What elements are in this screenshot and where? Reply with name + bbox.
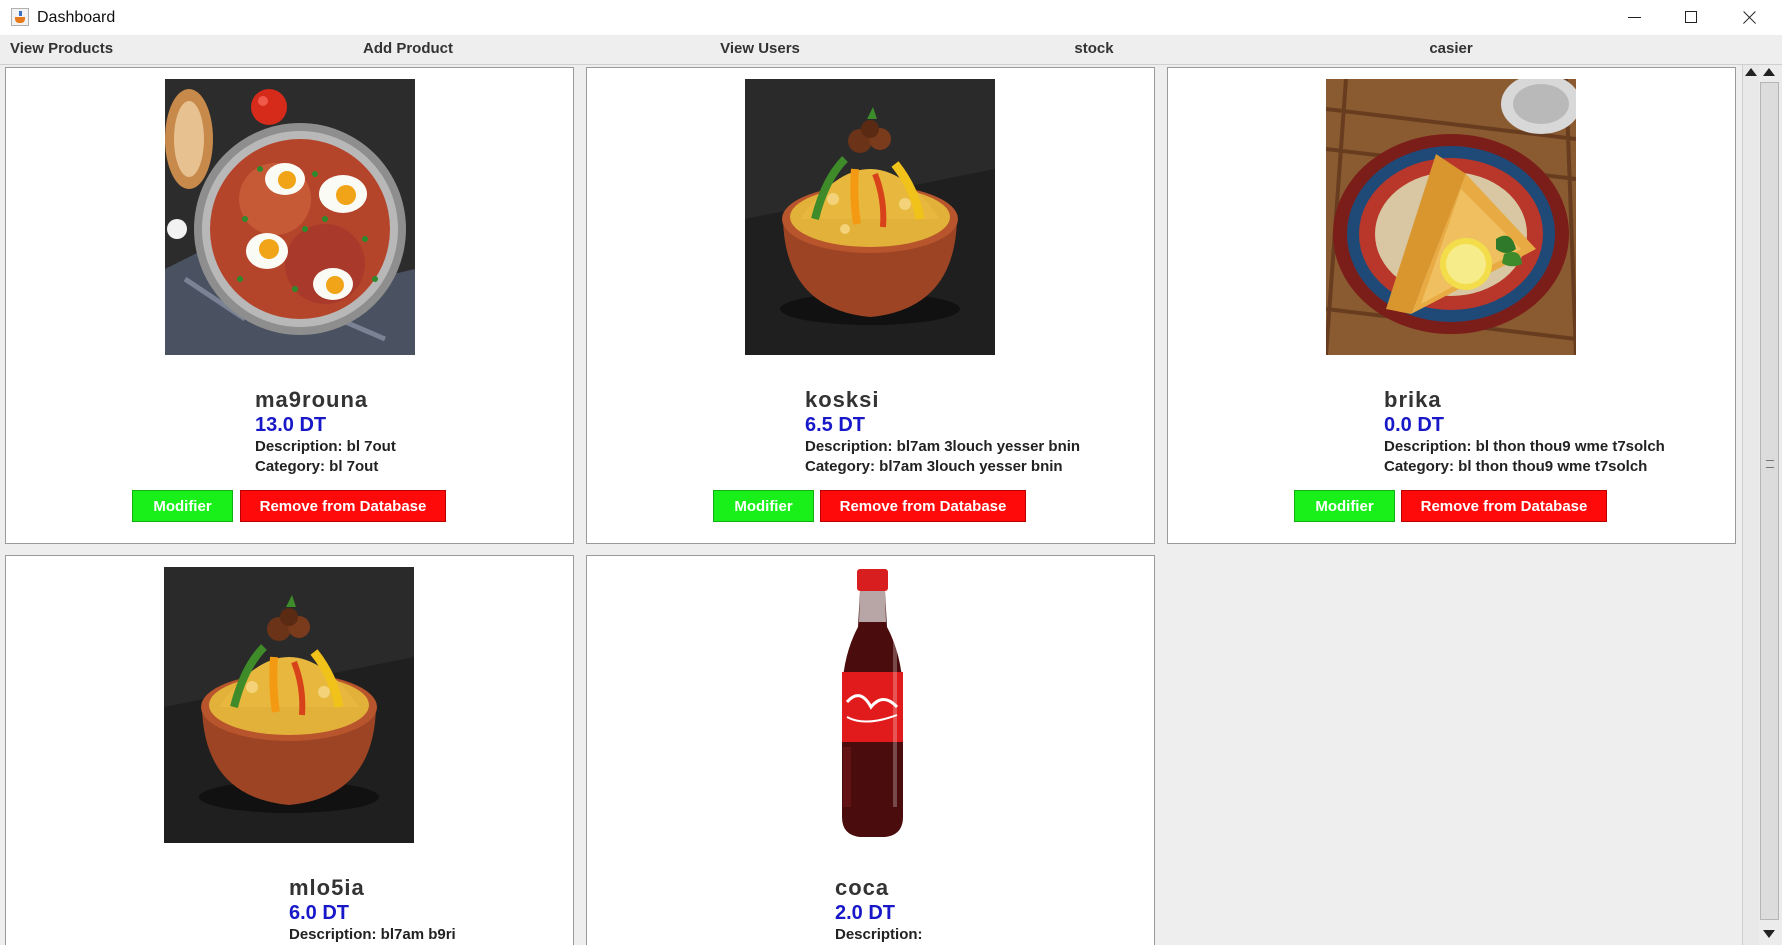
minimize-button[interactable] [1605, 0, 1663, 35]
remove-from-database-button[interactable]: Remove from Database [820, 490, 1026, 522]
product-description: Description: bl 7out [255, 438, 396, 455]
product-description: Description: bl7am 3louch yesser bnin [805, 438, 1081, 455]
scrollbar-grip-icon [1766, 460, 1774, 468]
scroll-up-arrow-icon[interactable] [1745, 68, 1757, 76]
product-image-coca-cola-bottle [835, 567, 910, 843]
product-category: Category: bl 7out [255, 458, 379, 475]
product-price: 13.0 DT [255, 414, 327, 436]
product-card: coca 2.0 DT Description: [586, 555, 1155, 945]
window-title: Dashboard [37, 9, 116, 26]
inner-scrollbar[interactable] [1742, 65, 1759, 945]
remove-from-database-button[interactable]: Remove from Database [1401, 490, 1607, 522]
scrollbar-thumb[interactable] [1760, 82, 1779, 920]
product-info: brika 0.0 DT Description: bl thon thou9 … [1384, 386, 1665, 477]
menu-stock[interactable]: stock [916, 35, 1272, 65]
product-price: 0.0 DT [1384, 414, 1445, 436]
close-button[interactable] [1720, 0, 1778, 35]
product-info: mlo5ia 6.0 DT Description: bl7am b9ri [289, 874, 456, 945]
maximize-button[interactable] [1662, 0, 1720, 35]
title-bar: Dashboard [0, 0, 1782, 35]
product-card: mlo5ia 6.0 DT Description: bl7am b9ri [5, 555, 574, 945]
product-category: Category: bl7am 3louch yesser bnin [805, 458, 1063, 475]
java-app-icon [11, 8, 29, 26]
modify-button[interactable]: Modifier [713, 490, 814, 522]
product-name: brika [1384, 387, 1442, 412]
product-image-brik [1326, 79, 1576, 355]
remove-from-database-button[interactable]: Remove from Database [240, 490, 446, 522]
menu-add-product[interactable]: Add Product [230, 35, 586, 65]
product-card: ma9rouna 13.0 DT Description: bl 7out Ca… [5, 67, 574, 544]
product-category: Category: bl thon thou9 wme t7solch [1384, 458, 1648, 475]
product-name: coca [835, 875, 890, 900]
product-image-shakshuka [165, 79, 415, 355]
product-description: Description: bl7am b9ri [289, 926, 456, 943]
product-name: kosksi [805, 387, 880, 412]
scroll-up-arrow-icon[interactable] [1763, 68, 1775, 76]
product-info: kosksi 6.5 DT Description: bl7am 3louch … [805, 386, 1080, 477]
product-info: coca 2.0 DT Description: [835, 874, 923, 945]
product-description: Description: bl thon thou9 wme t7solch [1384, 438, 1665, 455]
product-card: brika 0.0 DT Description: bl thon thou9 … [1167, 67, 1736, 544]
modify-button[interactable]: Modifier [1294, 490, 1395, 522]
product-info: ma9rouna 13.0 DT Description: bl 7out Ca… [255, 386, 396, 477]
products-panel: ma9rouna 13.0 DT Description: bl 7out Ca… [0, 65, 1742, 945]
product-price: 6.5 DT [805, 414, 866, 436]
product-image-couscous [164, 567, 414, 843]
product-description: Description: [835, 926, 923, 943]
menu-bar: View Products Add Product View Users sto… [0, 35, 1782, 65]
product-price: 2.0 DT [835, 902, 896, 924]
menu-view-users[interactable]: View Users [582, 35, 938, 65]
product-card: kosksi 6.5 DT Description: bl7am 3louch … [586, 67, 1155, 544]
product-name: ma9rouna [255, 387, 369, 412]
product-price: 6.0 DT [289, 902, 350, 924]
menu-casier[interactable]: casier [1273, 35, 1629, 65]
product-name: mlo5ia [289, 875, 365, 900]
product-image-couscous [745, 79, 995, 355]
scroll-down-arrow-icon[interactable] [1763, 930, 1775, 938]
modify-button[interactable]: Modifier [132, 490, 233, 522]
